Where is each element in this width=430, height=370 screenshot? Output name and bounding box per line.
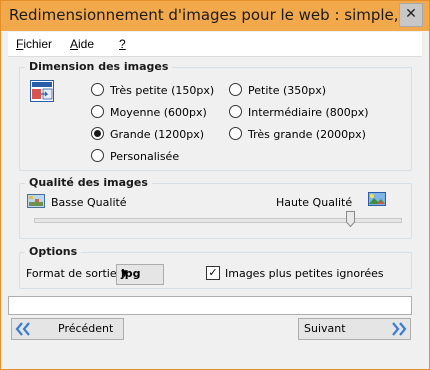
previous-button[interactable]: Précédent xyxy=(11,318,124,340)
low-quality-label: Basse Qualité xyxy=(51,196,127,209)
high-quality-image-icon xyxy=(368,192,386,206)
radio-intermediaire[interactable] xyxy=(229,105,242,118)
dimensions-group: Dimension des images Très petite (150px)… xyxy=(19,60,412,171)
radio-moyenne[interactable] xyxy=(91,105,104,118)
check-icon: ✓ xyxy=(208,266,218,279)
menu-bar: Fichier Aide ? xyxy=(8,32,422,57)
size-option-intermediaire[interactable]: Intermédiaire (800px) xyxy=(229,105,369,119)
ignore-smaller-label: Images plus petites ignorées xyxy=(225,267,384,280)
dimensions-group-title: Dimension des images xyxy=(25,60,173,73)
quality-group: Qualité des images Basse Qualité Haute Q… xyxy=(19,176,412,239)
options-group-title: Options xyxy=(25,245,82,258)
size-option-tres-petite[interactable]: Très petite (150px) xyxy=(91,83,214,97)
radio-personalisee[interactable] xyxy=(91,149,104,162)
ignore-smaller-checkbox[interactable]: ✓ xyxy=(206,266,220,280)
next-button-label: Suivant xyxy=(304,322,346,335)
menu-fichier[interactable]: Fichier xyxy=(16,37,52,51)
size-option-grande[interactable]: Grande (1200px) xyxy=(91,127,204,141)
double-chevron-right-icon xyxy=(392,322,407,336)
quality-group-title: Qualité des images xyxy=(25,176,152,189)
radio-petite[interactable] xyxy=(229,83,242,96)
double-chevron-left-icon xyxy=(15,322,30,336)
window-client: Fichier Aide ? Dimension des images Très… xyxy=(8,32,422,363)
size-option-tres-grande[interactable]: Très grande (2000px) xyxy=(229,127,366,141)
title-bar[interactable]: Redimensionnement d'images pour le web :… xyxy=(1,1,429,31)
status-bar xyxy=(8,296,412,315)
close-icon: ✕ xyxy=(405,6,417,22)
radio-tres-petite[interactable] xyxy=(91,83,104,96)
high-quality-label: Haute Qualité xyxy=(276,196,353,209)
image-resize-icon xyxy=(30,80,54,102)
output-format-select[interactable]: jpg ▼ xyxy=(116,264,164,285)
size-option-petite[interactable]: Petite (350px) xyxy=(229,83,326,97)
window-title: Redimensionnement d'images pour le web :… xyxy=(9,6,397,24)
size-option-moyenne[interactable]: Moyenne (600px) xyxy=(91,105,207,119)
size-option-personalisee[interactable]: Personalisée xyxy=(91,149,179,163)
quality-slider-thumb[interactable] xyxy=(346,211,356,227)
menu-help[interactable]: ? xyxy=(119,37,126,51)
options-group: Options Format de sortie jpg ▼ ✓ Images … xyxy=(19,245,412,289)
chevron-down-icon: ▼ xyxy=(121,269,128,279)
radio-tres-grande[interactable] xyxy=(229,127,242,140)
radio-grande[interactable] xyxy=(91,127,104,140)
menu-aide[interactable]: Aide xyxy=(70,37,94,51)
app-window: Redimensionnement d'images pour le web :… xyxy=(0,0,430,370)
output-format-label: Format de sortie xyxy=(26,267,117,280)
close-button[interactable]: ✕ xyxy=(399,3,423,27)
next-button[interactable]: Suivant xyxy=(298,318,411,340)
low-quality-image-icon xyxy=(27,194,45,208)
previous-button-label: Précédent xyxy=(58,322,114,335)
